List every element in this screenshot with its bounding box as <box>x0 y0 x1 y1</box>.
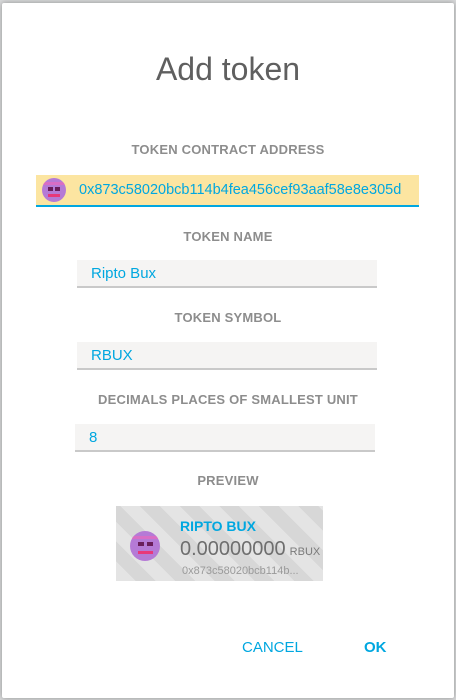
token-name-input[interactable]: Ripto Bux <box>77 260 377 288</box>
preview-symbol: RBUX <box>289 546 321 558</box>
preview-balance-value: 0.00000000 <box>180 538 286 560</box>
preview-balance: 0.00000000 RBUX <box>180 538 320 561</box>
token-address-value: 0x873c58020bcb114b4fea456cef93aaf58e8e30… <box>79 182 402 198</box>
cancel-button[interactable]: CANCEL <box>242 639 303 656</box>
ok-button[interactable]: OK <box>364 639 387 656</box>
symbol-label: TOKEN SYMBOL <box>174 310 282 325</box>
decimals-value: 8 <box>89 429 98 446</box>
add-token-dialog: Add token TOKEN CONTRACT ADDRESS 0x873c5… <box>2 3 454 698</box>
dialog-title: Add token <box>155 51 301 87</box>
name-label: TOKEN NAME <box>183 229 273 244</box>
address-label: TOKEN CONTRACT ADDRESS <box>131 142 325 157</box>
preview-token-name: RIPTO BUX <box>180 518 256 534</box>
decimals-input[interactable]: 8 <box>75 424 375 452</box>
token-name-value: Ripto Bux <box>91 265 157 282</box>
token-identicon-icon <box>42 178 66 202</box>
token-preview-card: RIPTO BUX 0.00000000 RBUX 0x873c58020bcb1… <box>116 506 323 581</box>
preview-label: PREVIEW <box>197 473 259 488</box>
token-symbol-value: RBUX <box>91 347 133 364</box>
decimals-label: DECIMALS PLACES OF SMALLEST UNIT <box>98 392 358 407</box>
preview-identicon-icon <box>130 531 160 561</box>
token-symbol-input[interactable]: RBUX <box>77 342 377 370</box>
token-address-input[interactable]: 0x873c58020bcb114b4fea456cef93aaf58e8e30… <box>36 175 419 207</box>
preview-address: 0x873c58020bcb114b... <box>182 565 299 577</box>
